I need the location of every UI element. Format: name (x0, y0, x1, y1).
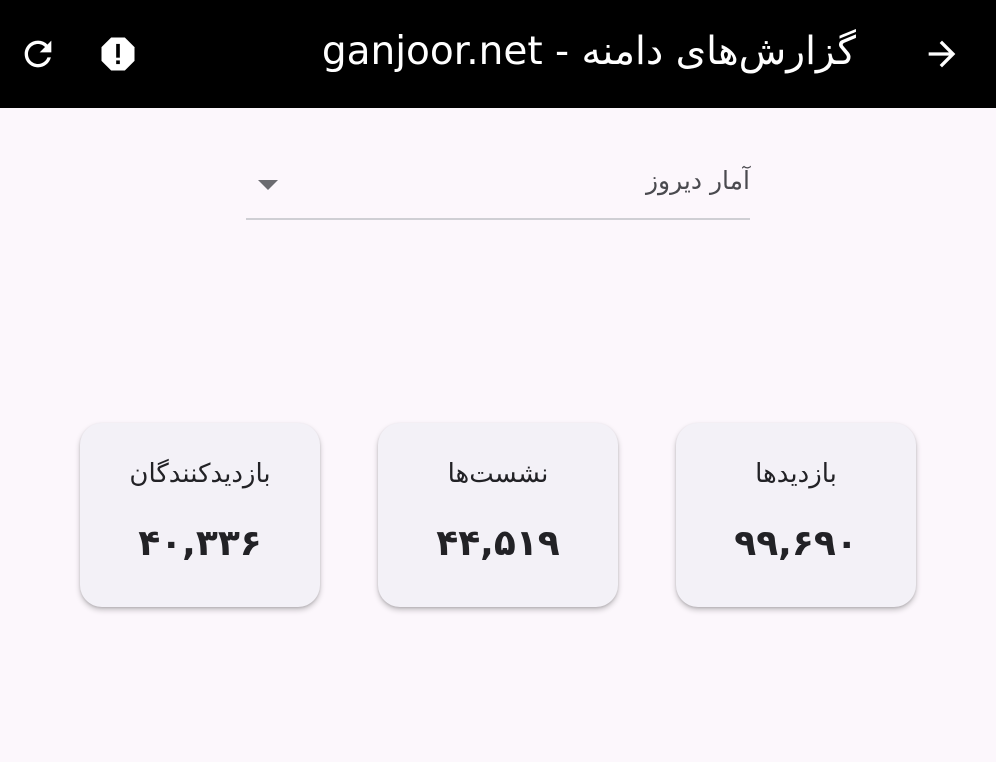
refresh-icon (18, 34, 58, 74)
pageviews-value: ۹۹,۶۹۰ (734, 523, 858, 564)
back-button[interactable] (918, 30, 966, 78)
sessions-label: نشست‌ها (447, 459, 549, 489)
app-bar: گزارش‌های دامنه - ganjoor.net (0, 0, 996, 108)
sessions-value: ۴۴,۵۱۹ (436, 523, 560, 564)
pageviews-label: بازدیدها (755, 459, 837, 489)
refresh-button[interactable] (14, 30, 62, 78)
dropdown-arrow-icon (258, 180, 278, 190)
pageviews-card: بازدیدها ۹۹,۶۹۰ (676, 423, 916, 607)
period-dropdown-value: آمار دیروز (645, 166, 750, 195)
visitors-value: ۴۰,۳۳۶ (138, 523, 262, 564)
visitors-label: بازدیدکنندگان (129, 459, 271, 489)
arrow-forward-icon (922, 34, 962, 74)
report-button[interactable] (94, 30, 142, 78)
page-title: گزارش‌های دامنه - ganjoor.net (321, 29, 856, 74)
report-icon (96, 32, 140, 76)
period-dropdown[interactable]: آمار دیروز (246, 158, 750, 220)
sessions-card: نشست‌ها ۴۴,۵۱۹ (378, 423, 618, 607)
visitors-card: بازدیدکنندگان ۴۰,۳۳۶ (80, 423, 320, 607)
